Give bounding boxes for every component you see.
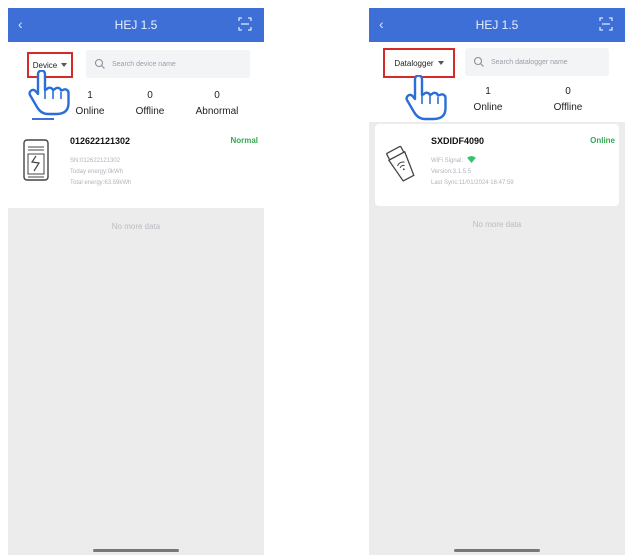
serial-number: SN:012622121302 xyxy=(70,158,121,164)
device-type-dropdown[interactable]: Datalogger xyxy=(383,48,455,78)
status-badge: Online xyxy=(590,136,615,145)
datalogger-card[interactable]: SXDIDF4090 Online WiFi Signal: Version:3… xyxy=(375,124,619,206)
wifi-icon xyxy=(466,156,476,163)
total-energy: Total energy:63.59kWh xyxy=(70,180,132,186)
dropdown-label: Datalogger xyxy=(394,58,434,68)
count-label: Abnormal xyxy=(195,106,239,117)
dropdown-label: Device xyxy=(32,60,58,70)
caret-down-icon xyxy=(437,61,444,65)
device-name: 012622121302 xyxy=(70,136,131,146)
search-icon xyxy=(473,56,484,67)
count-label: Online xyxy=(75,106,105,117)
offline-count-tab[interactable]: 0 Offline xyxy=(126,90,174,117)
today-energy: Today energy:0kWh xyxy=(70,169,124,175)
device-details: WiFi Signal: Version:3.1.5.5 Last Sync:1… xyxy=(431,156,514,189)
device-card[interactable]: 012622121302 Normal SN:012622121302 Toda… xyxy=(8,122,264,208)
pointing-hand-icon xyxy=(405,75,447,121)
inverter-icon xyxy=(23,139,49,181)
device-name: SXDIDF4090 xyxy=(431,136,485,146)
count-label: Online xyxy=(473,102,503,113)
last-sync: Last Sync:11/01/2024 16:47:59 xyxy=(431,180,514,186)
home-indicator xyxy=(93,549,179,552)
count-value: 1 xyxy=(485,86,491,97)
count-label: Offline xyxy=(135,106,165,117)
active-tab-indicator xyxy=(32,118,54,120)
abnormal-count-tab[interactable]: 0 Abnormal xyxy=(190,90,244,117)
pointing-hand-icon xyxy=(28,70,70,116)
search-input[interactable]: Search device name xyxy=(86,50,250,78)
count-label: Offline xyxy=(553,102,583,113)
search-icon xyxy=(94,58,105,69)
datalogger-icon xyxy=(386,145,415,182)
home-indicator xyxy=(454,549,540,552)
search-placeholder: Search device name xyxy=(112,60,176,68)
wifi-signal-row: WiFi Signal: xyxy=(431,156,514,167)
online-count-tab[interactable]: 1 Online xyxy=(468,86,508,113)
app-header: ‹ HEJ 1.5 xyxy=(369,8,625,42)
caret-down-icon xyxy=(61,63,68,67)
scan-icon[interactable] xyxy=(599,17,613,31)
scan-icon[interactable] xyxy=(238,17,252,31)
count-value: 0 xyxy=(147,90,153,101)
firmware-version: Version:3.1.5.5 xyxy=(431,169,472,175)
no-more-data: No more data xyxy=(111,222,161,231)
status-badge: Normal xyxy=(230,136,258,145)
count-value: 0 xyxy=(214,90,220,101)
device-details: SN:012622121302 Today energy:0kWh Total … xyxy=(70,156,131,189)
count-value: 1 xyxy=(87,90,93,101)
search-input[interactable]: Search datalogger name xyxy=(465,48,609,76)
header-title: HEJ 1.5 xyxy=(475,18,519,32)
wifi-signal-label: WiFi Signal: xyxy=(431,158,464,164)
offline-count-tab[interactable]: 0 Offline xyxy=(544,86,592,113)
app-header: ‹ HEJ 1.5 xyxy=(8,8,264,42)
count-value: 0 xyxy=(565,86,571,97)
search-placeholder: Search datalogger name xyxy=(491,58,568,66)
no-more-data: No more data xyxy=(472,220,522,229)
online-count-tab[interactable]: 1 Online xyxy=(70,90,110,117)
header-title: HEJ 1.5 xyxy=(114,18,158,32)
